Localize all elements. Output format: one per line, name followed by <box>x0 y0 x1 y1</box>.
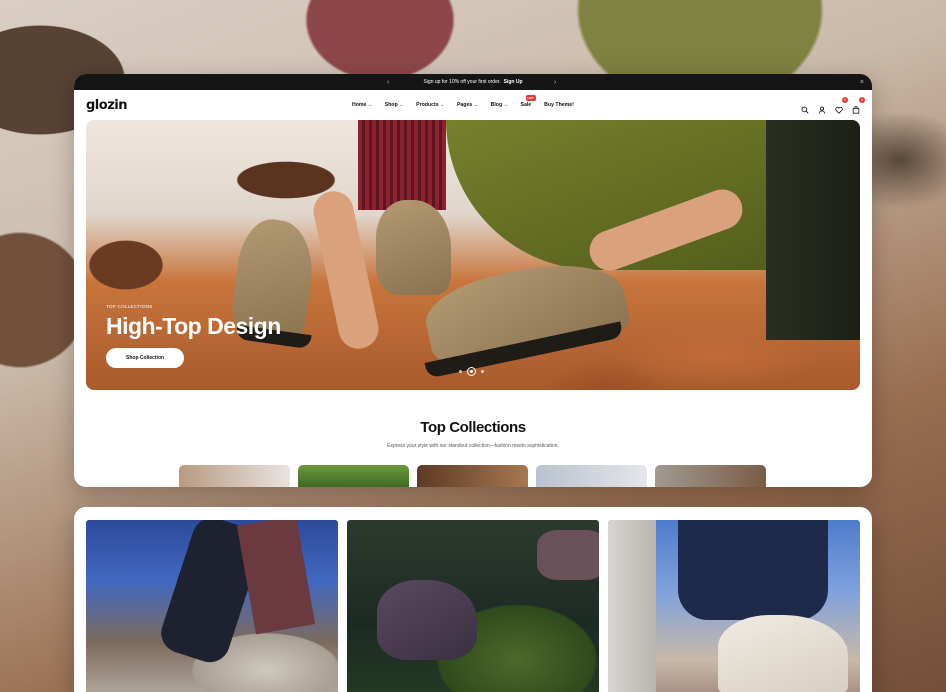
header: glozin Home ⌄ Shop ⌄ Products ⌄ Pages ⌄ Blog… <box>74 90 872 120</box>
gallery-tiles <box>86 520 860 692</box>
header-icons: 0 0 <box>801 90 865 120</box>
hero-photo-arm <box>309 187 383 353</box>
heart-icon[interactable]: 0 <box>835 97 848 114</box>
slider-dot[interactable] <box>459 370 462 373</box>
chevron-down-icon: ⌄ <box>440 102 444 107</box>
chevron-down-icon: ⌄ <box>474 102 478 107</box>
gallery-image-hiking[interactable] <box>86 520 338 692</box>
hero-photo-dark-pants <box>766 120 860 340</box>
menu-item-buy-theme[interactable]: Buy Theme! <box>544 102 574 108</box>
hero-content: TOP COLLECTIONS High-Top Design Shop Col… <box>106 304 281 368</box>
menu-item-products[interactable]: Products ⌄ <box>416 102 444 108</box>
collection-thumbnail[interactable] <box>417 465 528 487</box>
chevron-down-icon: ⌄ <box>368 102 372 107</box>
slider-dot[interactable] <box>481 370 484 373</box>
slider-pagination <box>459 367 484 376</box>
chevron-down-icon: ⌄ <box>504 102 508 107</box>
hero-photo-striped-pants <box>358 120 446 210</box>
logo[interactable]: glozin <box>86 98 127 113</box>
main-menu: Home ⌄ Shop ⌄ Products ⌄ Pages ⌄ Blog ⌄ HOT Sa… <box>352 90 574 120</box>
product-gallery-card <box>74 507 872 692</box>
hot-badge: HOT <box>525 95 536 101</box>
announcement-text: Sign up for 10% off your first order. <box>423 79 501 85</box>
gallery-image-sneakers[interactable] <box>608 520 860 692</box>
menu-item-home[interactable]: Home ⌄ <box>352 102 372 108</box>
chevron-down-icon: ⌄ <box>399 102 404 107</box>
announcement-bar: ‹ Sign up for 10% off your first order. … <box>74 74 872 90</box>
photo-sneaker <box>718 615 848 692</box>
cart-icon[interactable]: 0 <box>852 97 865 114</box>
menu-item-sale[interactable]: HOT Sale <box>521 95 536 108</box>
hero-banner: TOP COLLECTIONS High-Top Design Shop Col… <box>86 120 860 390</box>
menu-item-shop[interactable]: Shop ⌄ <box>385 102 403 108</box>
close-icon[interactable]: × <box>860 79 864 86</box>
wishlist-count-badge: 0 <box>842 97 848 103</box>
announcement-prev-arrow[interactable]: ‹ <box>387 79 389 86</box>
announcement-next-arrow[interactable]: › <box>554 79 556 86</box>
collection-thumbnail[interactable] <box>179 465 290 487</box>
collection-thumbnail[interactable] <box>655 465 766 487</box>
photo-shoe <box>377 580 477 660</box>
slider-dot-active[interactable] <box>467 367 476 376</box>
photo-shoe <box>537 530 599 580</box>
section-title: Top Collections <box>420 419 526 436</box>
hero-title: High-Top Design <box>106 313 281 339</box>
announcement-signup-link[interactable]: Sign Up <box>504 79 523 85</box>
cart-count-badge: 0 <box>859 97 865 103</box>
collection-thumbnail[interactable] <box>298 465 409 487</box>
shop-collection-button[interactable]: Shop Collection <box>106 348 185 368</box>
menu-item-blog[interactable]: Blog ⌄ <box>491 102 508 108</box>
website-preview-card: ‹ Sign up for 10% off your first order. … <box>74 74 872 487</box>
user-icon[interactable] <box>818 101 826 114</box>
section-subtitle: Express your style with our standout col… <box>387 443 559 449</box>
photo-wall <box>608 520 656 692</box>
collection-thumbnails <box>179 465 766 487</box>
photo-skirt <box>236 520 316 635</box>
search-icon[interactable] <box>801 101 809 114</box>
collection-thumbnail[interactable] <box>536 465 647 487</box>
menu-item-pages[interactable]: Pages ⌄ <box>457 102 478 108</box>
photo-pants <box>678 520 828 620</box>
gallery-image-moss[interactable] <box>347 520 599 692</box>
hero-photo-loafer <box>376 200 451 295</box>
hero-eyebrow: TOP COLLECTIONS <box>106 304 153 309</box>
